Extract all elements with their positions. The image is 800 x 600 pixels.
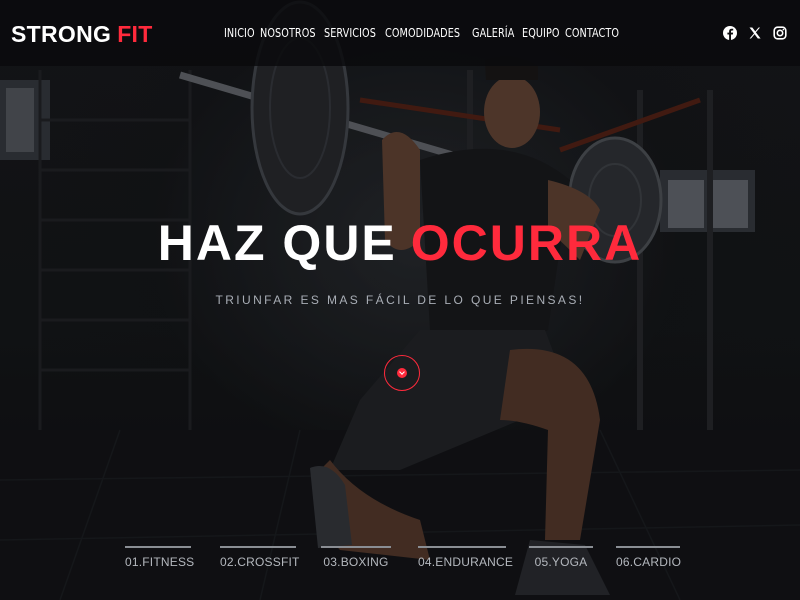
category-label: 01.FITNESS (125, 555, 195, 569)
instagram-icon[interactable] (772, 25, 788, 41)
category-item-boxing[interactable]: 03.BOXING (321, 546, 391, 576)
category-label: 06.CARDIO (616, 555, 682, 569)
hero-section: HAZ QUE OCURRA TRIUNFAR ES MAS FÁCIL DE L… (0, 0, 800, 600)
category-item-cardio[interactable]: 06.CARDIO (616, 546, 682, 576)
main-menu: INICIO NOSOTROS SERVICIOS COMODIDADES GA… (224, 25, 619, 41)
category-bar (418, 546, 506, 548)
brand-name-red: FIT (117, 21, 153, 47)
category-bar (529, 546, 593, 548)
category-label: 05.YOGA (534, 555, 588, 569)
hero-subtitle: TRIUNFAR ES MAS FÁCIL DE LO QUE PIENSAS! (215, 293, 585, 307)
hero-headline: HAZ QUE OCURRA (0, 212, 800, 274)
nav-item-inicio[interactable]: INICIO (224, 25, 255, 41)
category-label: 02.CROSSFIT (220, 555, 300, 569)
nav-item-contacto[interactable]: CONTACTO (565, 25, 619, 41)
category-label: 04.ENDURANCE (418, 555, 514, 569)
category-bar (125, 546, 191, 548)
category-item-yoga[interactable]: 05.YOGA (529, 546, 593, 576)
x-icon[interactable] (747, 25, 763, 41)
brand-logo[interactable]: STRONG FIT (11, 20, 153, 48)
category-strip: 01.FITNESS 02.CROSSFIT 03.BOXING 04.ENDU… (0, 546, 800, 576)
category-item-endurance[interactable]: 04.ENDURANCE (418, 546, 514, 576)
headline-white-text: HAZ QUE (157, 215, 397, 271)
social-links (722, 25, 788, 41)
category-item-crossfit[interactable]: 02.CROSSFIT (220, 546, 300, 576)
nav-item-servicios[interactable]: SERVICIOS (324, 25, 376, 41)
chevron-down-circle-icon (397, 368, 407, 378)
category-bar (616, 546, 680, 548)
nav-item-comodidades[interactable]: COMODIDADES (385, 25, 460, 41)
nav-item-nosotros[interactable]: NOSOTROS (260, 25, 316, 41)
facebook-icon[interactable] (722, 25, 738, 41)
category-label: 03.BOXING (323, 555, 389, 569)
top-navbar: STRONG FIT INICIO NOSOTROS SERVICIOS COMO… (0, 0, 800, 66)
headline-red-text: OCURRA (410, 215, 643, 271)
category-bar (220, 546, 296, 548)
nav-item-equipo[interactable]: EQUIPO (522, 25, 560, 41)
brand-name-white: STRONG (11, 21, 112, 47)
scroll-down-button[interactable] (384, 355, 420, 391)
nav-item-galeria[interactable]: GALERÍA (472, 25, 514, 41)
category-item-fitness[interactable]: 01.FITNESS (125, 546, 195, 576)
category-bar (321, 546, 391, 548)
